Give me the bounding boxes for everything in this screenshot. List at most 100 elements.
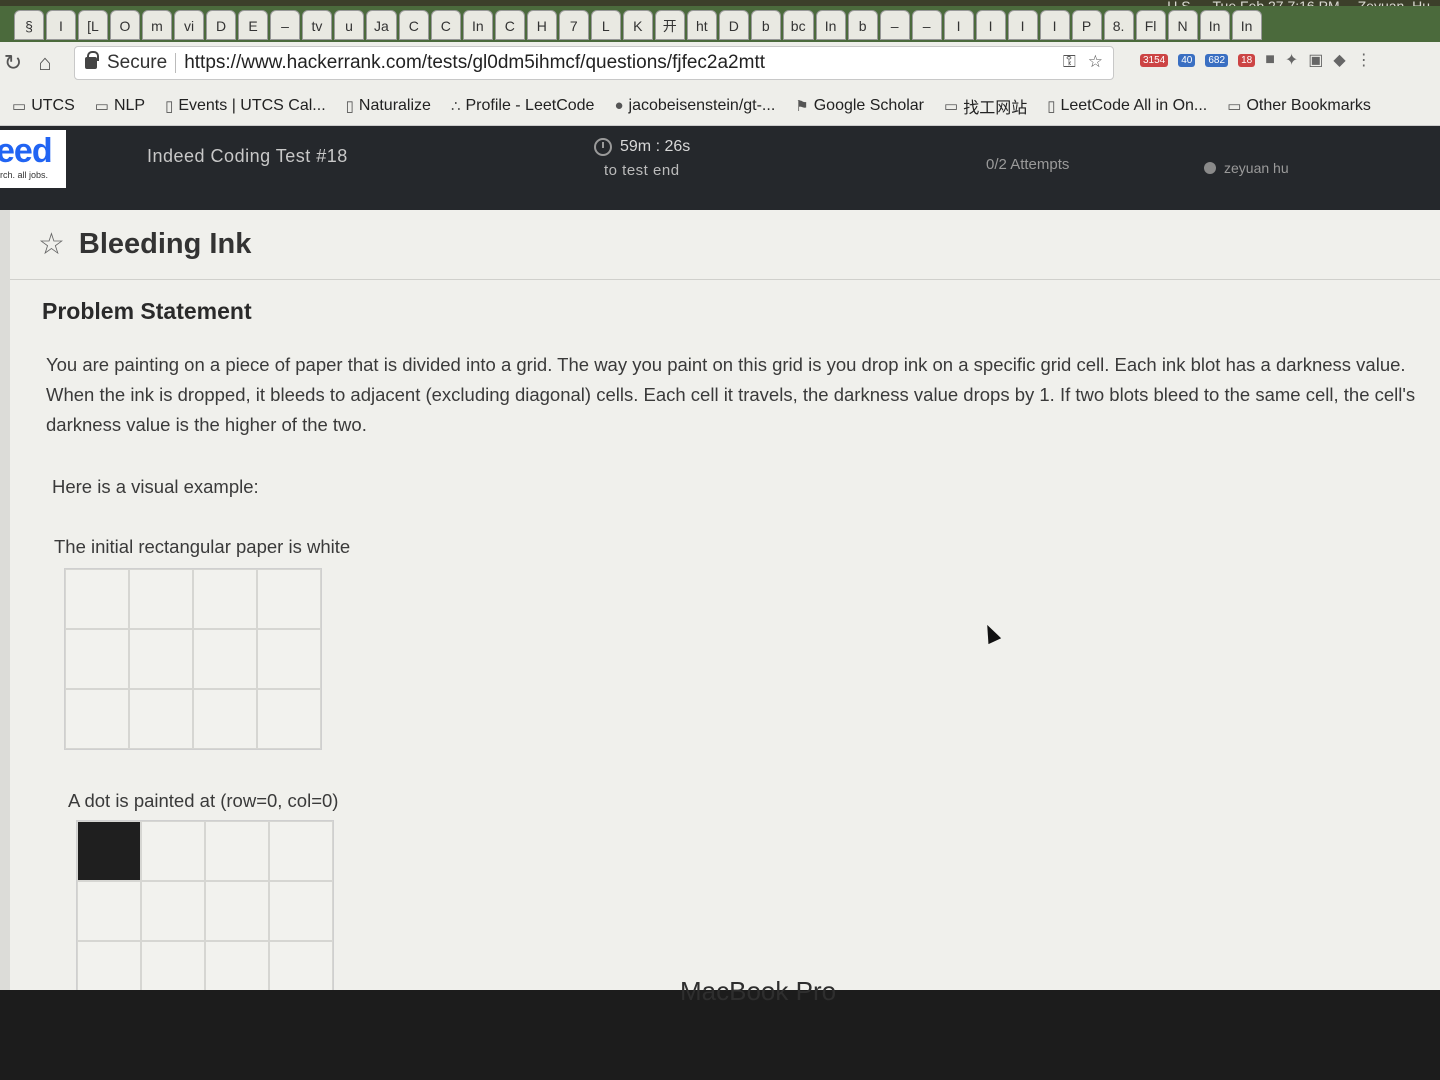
browser-tab[interactable]: In bbox=[462, 10, 493, 40]
timer-caption: to test end bbox=[604, 162, 680, 179]
leetcode-icon: ∴ bbox=[450, 97, 461, 115]
browser-toolbar: ↻ ⌂ Secure https://www.hackerrank.com/te… bbox=[0, 42, 1440, 86]
grid-cell bbox=[129, 569, 193, 629]
menu-kebab-icon[interactable]: ⋮ bbox=[1356, 50, 1372, 70]
page-icon: ▯ bbox=[345, 97, 354, 115]
timer: 59m : 26s to test end bbox=[594, 138, 690, 179]
extension-icon[interactable]: ◆ bbox=[1333, 50, 1345, 70]
browser-tab[interactable]: I bbox=[1007, 10, 1038, 40]
bookmark-label: UTCS bbox=[31, 96, 75, 114]
github-icon: ● bbox=[614, 97, 624, 114]
browser-tab[interactable]: u bbox=[334, 10, 364, 40]
browser-tab[interactable]: I bbox=[975, 10, 1006, 40]
home-icon[interactable]: ⌂ bbox=[32, 50, 58, 76]
section-title: Problem Statement bbox=[42, 298, 252, 324]
browser-tab[interactable]: I bbox=[46, 10, 76, 40]
grid-cell bbox=[65, 689, 129, 749]
extension-badge[interactable]: 40 bbox=[1178, 53, 1196, 67]
browser-tab[interactable]: In bbox=[815, 10, 846, 40]
grid-cell bbox=[269, 881, 333, 941]
address-bar[interactable]: Secure https://www.hackerrank.com/tests/… bbox=[74, 46, 1114, 80]
browser-tab[interactable]: – bbox=[270, 10, 300, 40]
grid-cell bbox=[257, 629, 321, 689]
browser-tab[interactable]: C bbox=[494, 10, 525, 40]
bookmark-item[interactable]: ● jacobeisenstein/gt-... bbox=[614, 97, 775, 115]
problem-title-row: ☆ Bleeding Ink bbox=[10, 210, 1440, 280]
dot-grid bbox=[76, 820, 334, 1002]
browser-tab[interactable]: L bbox=[590, 10, 621, 40]
browser-tab[interactable]: D bbox=[206, 10, 236, 40]
bookmark-item[interactable]: ▭ UTCS bbox=[12, 97, 75, 115]
browser-tab[interactable]: vi bbox=[174, 10, 204, 40]
browser-tab[interactable]: C bbox=[398, 10, 429, 40]
browser-tab[interactable]: ht bbox=[686, 10, 717, 40]
grid-cell bbox=[193, 629, 257, 689]
bookmark-item[interactable]: ∴ Profile - LeetCode bbox=[451, 97, 595, 115]
browser-tab[interactable]: K bbox=[622, 10, 653, 40]
lock-icon bbox=[85, 51, 99, 69]
browser-tab[interactable]: bc bbox=[782, 10, 814, 40]
browser-tab[interactable]: b bbox=[847, 10, 878, 40]
dot-grid-caption: A dot is painted at (row=0, col=0) bbox=[68, 790, 339, 811]
browser-tab[interactable]: Ja bbox=[366, 10, 397, 40]
bookmark-item[interactable]: ▭ NLP bbox=[95, 97, 145, 115]
grid-cell bbox=[77, 881, 141, 941]
username: zeyuan hu bbox=[1224, 160, 1289, 176]
visual-example-label: Here is a visual example: bbox=[52, 476, 259, 497]
browser-tab[interactable]: [L bbox=[78, 10, 108, 40]
bookmark-item[interactable]: ▭ Other Bookmarks bbox=[1227, 97, 1371, 115]
bezel-label: MacBook Pro bbox=[680, 976, 837, 1006]
attempts-counter: 0/2 Attempts bbox=[986, 156, 1070, 173]
extension-icon[interactable]: ■ bbox=[1265, 51, 1275, 69]
browser-tab[interactable]: D bbox=[718, 10, 749, 40]
indeed-logo[interactable]: eed rch. all jobs. bbox=[0, 130, 66, 188]
star-icon[interactable]: ☆ bbox=[38, 229, 65, 260]
browser-tab[interactable]: 8. bbox=[1103, 10, 1134, 40]
extension-badge[interactable]: 3154 bbox=[1140, 53, 1169, 67]
bookmark-item[interactable]: ▭ 找工网站 bbox=[944, 94, 1027, 118]
problem-title: Bleeding Ink bbox=[78, 228, 252, 260]
browser-tab[interactable]: I bbox=[1039, 10, 1070, 40]
bookmark-star-icon[interactable]: ☆ bbox=[1088, 52, 1103, 72]
browser-tab[interactable]: I bbox=[943, 10, 974, 40]
browser-tab[interactable]: H bbox=[526, 10, 557, 40]
logo-tagline: rch. all jobs. bbox=[0, 170, 49, 180]
bookmark-item[interactable]: ⚑ Google Scholar bbox=[795, 97, 924, 115]
browser-tab[interactable]: E bbox=[238, 10, 268, 40]
browser-tab[interactable]: In bbox=[1199, 10, 1230, 40]
browser-tab[interactable]: tv bbox=[302, 10, 332, 40]
browser-tab[interactable]: § bbox=[14, 10, 44, 40]
browser-tab[interactable]: – bbox=[911, 10, 942, 40]
browser-tab[interactable]: O bbox=[110, 10, 140, 40]
bookmark-label: jacobeisenstein/gt-... bbox=[628, 96, 776, 114]
browser-tab[interactable]: N bbox=[1167, 10, 1198, 40]
secure-label: Secure bbox=[107, 52, 168, 73]
browser-tab[interactable]: 开 bbox=[654, 10, 685, 40]
browser-tab[interactable]: C bbox=[430, 10, 461, 40]
extension-badge[interactable]: 682 bbox=[1205, 53, 1229, 67]
bookmark-label: Events | UTCS Cal... bbox=[178, 96, 326, 114]
extension-badge[interactable]: 18 bbox=[1238, 53, 1256, 67]
bookmark-item[interactable]: ▯ Events | UTCS Cal... bbox=[165, 97, 326, 115]
url-text[interactable]: https://www.hackerrank.com/tests/gl0dm5i… bbox=[184, 52, 765, 74]
browser-tab[interactable]: P bbox=[1071, 10, 1102, 40]
user-menu[interactable]: zeyuan hu bbox=[1204, 160, 1289, 176]
browser-tab[interactable]: m bbox=[142, 10, 172, 40]
scholar-icon: ⚑ bbox=[795, 97, 809, 115]
grid-cell bbox=[269, 821, 333, 881]
browser-tab[interactable]: Fl bbox=[1135, 10, 1166, 40]
key-icon[interactable]: ⚿ bbox=[1063, 52, 1076, 72]
grid-cell bbox=[129, 689, 193, 749]
test-header: eed rch. all jobs. Indeed Coding Test #1… bbox=[0, 126, 1440, 210]
folder-icon: ▭ bbox=[944, 97, 959, 115]
timer-value: 59m : 26s bbox=[620, 138, 691, 155]
browser-tab[interactable]: In bbox=[1231, 10, 1262, 40]
reload-icon[interactable]: ↻ bbox=[0, 50, 26, 76]
bookmark-item[interactable]: ▯ LeetCode All in On... bbox=[1047, 97, 1207, 115]
bookmark-item[interactable]: ▯ Naturalize bbox=[346, 97, 431, 115]
extension-icon[interactable]: ✦ bbox=[1285, 50, 1298, 70]
browser-tab[interactable]: – bbox=[879, 10, 910, 40]
extension-icon[interactable]: ▣ bbox=[1308, 50, 1323, 70]
browser-tab[interactable]: 7 bbox=[558, 10, 589, 40]
browser-tab[interactable]: b bbox=[750, 10, 781, 40]
